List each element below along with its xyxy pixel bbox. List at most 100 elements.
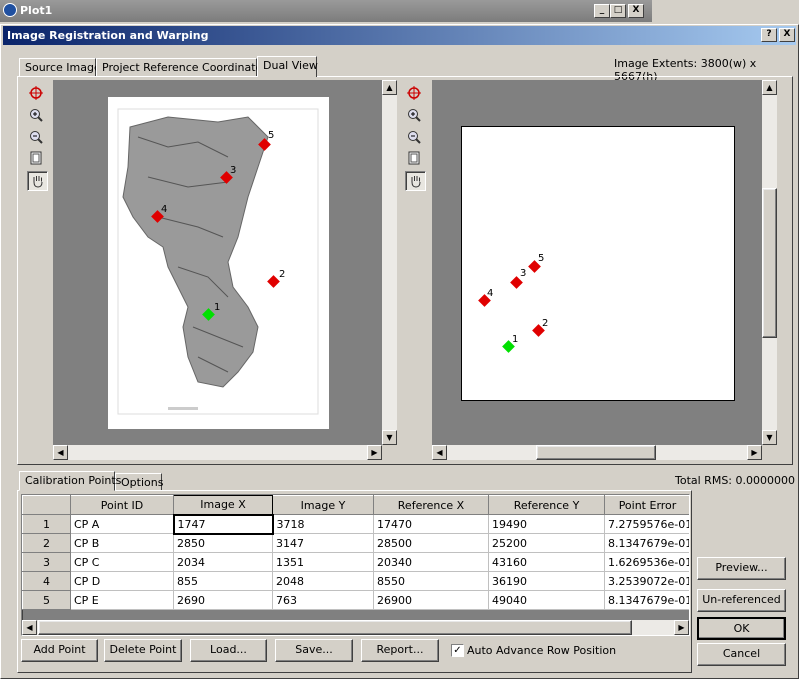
row-number[interactable]: 5	[22, 590, 71, 610]
minimize-button[interactable]: _	[594, 4, 610, 18]
row-number[interactable]: 2	[22, 533, 71, 553]
delete-point-button[interactable]: Delete Point	[104, 639, 182, 662]
table-cell[interactable]: 8.1347679e-012	[604, 533, 689, 553]
row-number[interactable]: 3	[22, 552, 71, 572]
tab-calibration-points[interactable]: Calibration Points	[19, 471, 121, 491]
tab-source-image[interactable]: Source Image	[19, 58, 101, 77]
auto-advance-label: Auto Advance Row Position	[467, 644, 617, 657]
source-marker-label: 3	[230, 165, 237, 176]
column-header[interactable]: Reference X	[373, 495, 489, 515]
cancel-button[interactable]: Cancel	[697, 643, 786, 666]
scroll-left-arrow-icon[interactable]: ◀	[432, 445, 447, 460]
table-cell[interactable]: 19490	[488, 514, 605, 534]
column-header[interactable]: Point ID	[70, 495, 174, 515]
zoom-out-icon[interactable]	[405, 128, 423, 146]
source-horizontal-scrollbar[interactable]	[53, 445, 382, 460]
reference-marker-label: 3	[520, 268, 527, 279]
row-number[interactable]: 1	[22, 514, 71, 534]
column-header[interactable]: Image X	[173, 495, 273, 515]
table-cell[interactable]: CP B	[70, 533, 174, 553]
zoom-in-icon[interactable]	[27, 106, 45, 124]
load-button[interactable]: Load...	[190, 639, 267, 662]
calibration-grid[interactable]: Point ID Image X Image Y Reference X Ref…	[21, 494, 690, 636]
table-cell[interactable]: 20340	[373, 552, 489, 572]
column-header[interactable]: Image Y	[272, 495, 374, 515]
source-marker-label: 2	[279, 269, 286, 280]
scroll-thumb[interactable]	[536, 445, 656, 460]
table-cell[interactable]: 49040	[488, 590, 605, 610]
preview-button[interactable]: Preview...	[697, 557, 786, 580]
table-cell[interactable]: CP C	[70, 552, 174, 572]
page-icon[interactable]	[405, 149, 423, 167]
table-cell[interactable]: 36190	[488, 571, 605, 591]
table-cell[interactable]: 1351	[272, 552, 374, 572]
page-icon[interactable]	[27, 149, 45, 167]
source-image-view[interactable]: 1 2 3 4 5	[53, 80, 382, 445]
dialog-title: Image Registration and Warping	[7, 29, 209, 42]
table-cell[interactable]: CP D	[70, 571, 174, 591]
table-row[interactable]: 2 CP B 2850 3147 28500 25200 8.1347679e-…	[22, 533, 689, 553]
save-button[interactable]: Save...	[275, 639, 353, 662]
table-row[interactable]: 5 CP E 2690 763 26900 49040 8.1347679e-0…	[22, 590, 689, 610]
zoom-in-icon[interactable]	[405, 106, 423, 124]
table-cell[interactable]: 1.6269536e-011	[604, 552, 689, 572]
table-cell[interactable]: 3147	[272, 533, 374, 553]
hand-icon[interactable]	[27, 171, 48, 191]
table-cell[interactable]: 43160	[488, 552, 605, 572]
reference-view[interactable]: 1 2 3 4 5	[432, 80, 762, 445]
table-row[interactable]: 1 CP A 1747 3718 17470 19490 7.2759576e-…	[22, 513, 689, 535]
target-icon[interactable]	[27, 84, 45, 102]
tab-project-reference[interactable]: Project Reference Coordinates	[96, 58, 268, 77]
table-cell[interactable]: 2048	[272, 571, 374, 591]
un-referenced-button[interactable]: Un-referenced	[697, 589, 786, 612]
maximize-button[interactable]: □	[610, 4, 626, 18]
scroll-thumb[interactable]	[762, 188, 777, 338]
table-row[interactable]: 4 CP D 855 2048 8550 36190 3.2539072e-01…	[22, 571, 689, 591]
table-cell[interactable]: 2850	[173, 533, 273, 553]
table-row[interactable]: 3 CP C 2034 1351 20340 43160 1.6269536e-…	[22, 552, 689, 572]
table-cell[interactable]: 763	[272, 590, 374, 610]
scroll-up-arrow-icon[interactable]: ▲	[762, 80, 777, 95]
table-cell[interactable]: 8.1347679e-012	[604, 590, 689, 610]
scroll-left-arrow-icon[interactable]: ◀	[53, 445, 68, 460]
table-cell[interactable]: 26900	[373, 590, 489, 610]
table-cell[interactable]: 25200	[488, 533, 605, 553]
report-button[interactable]: Report...	[361, 639, 439, 662]
table-cell[interactable]: CP E	[70, 590, 174, 610]
tab-options[interactable]: Options	[115, 473, 163, 491]
close-button[interactable]: X	[628, 4, 644, 18]
table-cell[interactable]: 2690	[173, 590, 273, 610]
scroll-up-arrow-icon[interactable]: ▲	[382, 80, 397, 95]
scroll-right-arrow-icon[interactable]: ▶	[674, 620, 689, 635]
scroll-thumb[interactable]	[38, 620, 632, 635]
zoom-out-icon[interactable]	[27, 128, 45, 146]
hand-icon[interactable]	[405, 171, 426, 191]
table-cell[interactable]: 3.2539072e-011	[604, 571, 689, 591]
table-cell[interactable]: CP A	[70, 514, 174, 534]
table-cell[interactable]: 7.2759576e-012	[604, 514, 689, 534]
table-cell[interactable]: 28500	[373, 533, 489, 553]
table-cell[interactable]: 3718	[272, 514, 374, 534]
auto-advance-checkbox[interactable]: ✓	[451, 644, 464, 657]
help-button[interactable]: ?	[761, 28, 777, 42]
tab-dual-view[interactable]: Dual View	[257, 56, 318, 77]
table-cell[interactable]: 8550	[373, 571, 489, 591]
scroll-down-arrow-icon[interactable]: ▼	[382, 430, 397, 445]
table-cell[interactable]: 1747	[172, 513, 274, 535]
add-point-button[interactable]: Add Point	[21, 639, 98, 662]
source-vertical-scrollbar[interactable]	[382, 80, 397, 445]
table-cell[interactable]: 855	[173, 571, 273, 591]
scroll-right-arrow-icon[interactable]: ▶	[367, 445, 382, 460]
dialog-close-button[interactable]: X	[779, 28, 795, 42]
table-cell[interactable]: 2034	[173, 552, 273, 572]
scroll-left-arrow-icon[interactable]: ◀	[22, 620, 37, 635]
column-header[interactable]: Reference Y	[488, 495, 605, 515]
column-header[interactable]: Point Error	[604, 495, 689, 515]
reference-marker-label: 2	[542, 318, 549, 329]
table-cell[interactable]: 17470	[373, 514, 489, 534]
scroll-down-arrow-icon[interactable]: ▼	[762, 430, 777, 445]
row-number[interactable]: 4	[22, 571, 71, 591]
scroll-right-arrow-icon[interactable]: ▶	[747, 445, 762, 460]
ok-button[interactable]: OK	[697, 617, 786, 640]
target-icon[interactable]	[405, 84, 423, 102]
